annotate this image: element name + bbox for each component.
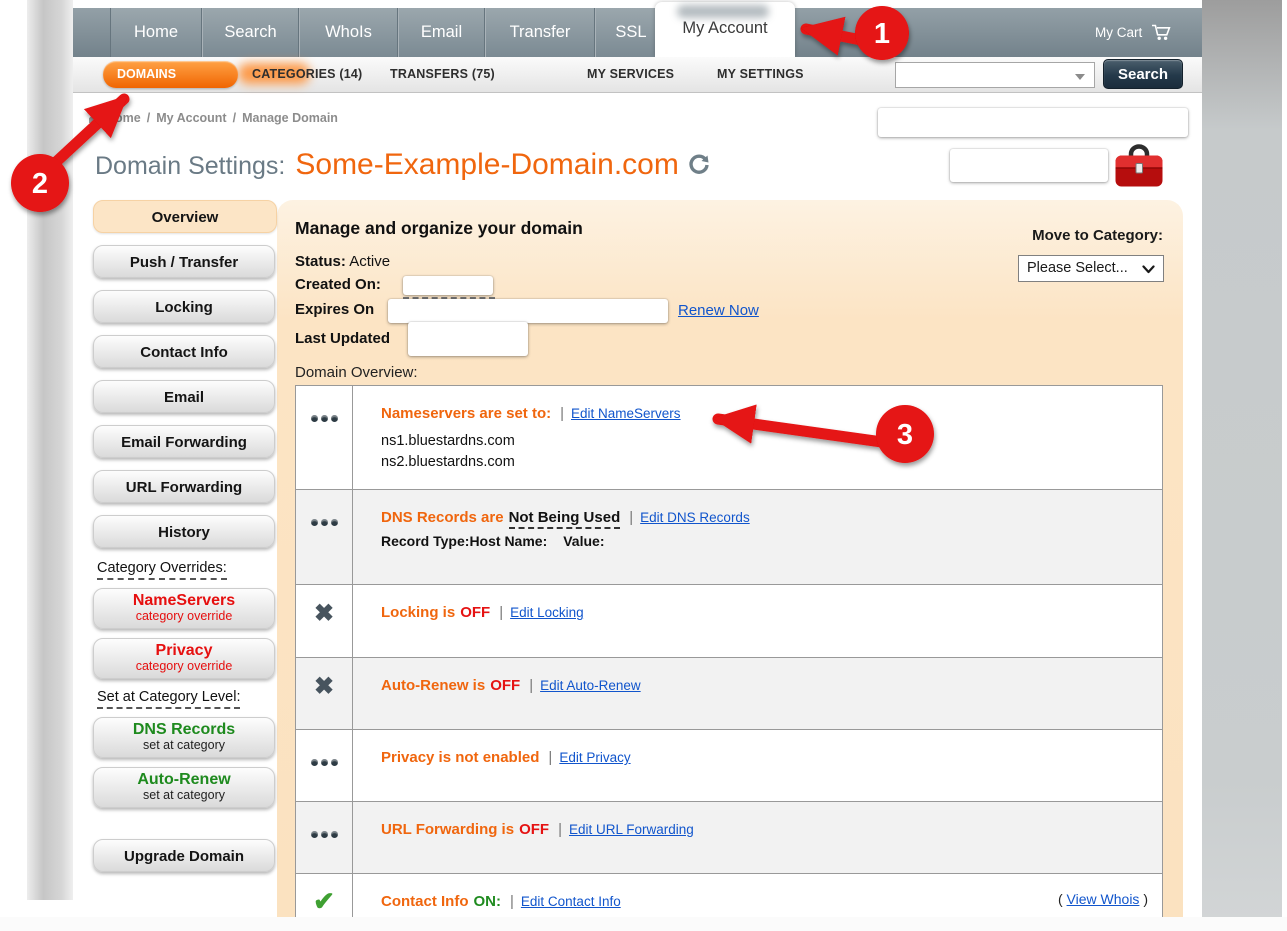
pending-dots-icon bbox=[311, 730, 338, 801]
domain-overview-table: Nameservers are set to:|Edit NameServers… bbox=[295, 385, 1163, 931]
last-updated-line: Last Updated bbox=[295, 330, 390, 347]
edit-auto-renew-link[interactable]: Edit Auto-Renew bbox=[540, 678, 641, 693]
home-icon bbox=[88, 112, 100, 124]
table-row-auto-renew: ✖ Auto-Renew isOFF|Edit Auto-Renew bbox=[296, 658, 1162, 730]
page: Home Search WhoIs Email Transfer SSL My … bbox=[0, 0, 1287, 931]
refresh-icon[interactable] bbox=[688, 154, 710, 176]
dns-record-columns: Record Type:Host Name:Value: bbox=[381, 533, 1162, 549]
set-at-category-heading: Set at Category Level: bbox=[97, 689, 277, 705]
account-sub-navigation: DOMAINS CATEGORIES (14) TRANSFERS (75) M… bbox=[73, 57, 1202, 93]
toolbox-icon[interactable] bbox=[1114, 143, 1164, 194]
domain-search-combobox[interactable] bbox=[895, 62, 1095, 88]
redaction-smudge bbox=[677, 5, 769, 18]
sidebar-item-auto-renew-category[interactable]: Auto-Renew set at category bbox=[93, 767, 275, 808]
breadcrumb-current: Manage Domain bbox=[242, 111, 338, 125]
cart-icon bbox=[1151, 24, 1171, 41]
nav-tab-whois[interactable]: WhoIs bbox=[299, 8, 398, 57]
redaction-box bbox=[878, 108, 1188, 137]
pending-dots-icon bbox=[311, 490, 338, 584]
table-row-nameservers: Nameservers are set to:|Edit NameServers… bbox=[296, 386, 1162, 490]
nav-tab-home[interactable]: Home bbox=[110, 8, 202, 57]
nameserver-value: ns2.bluestardns.com bbox=[381, 452, 1162, 473]
domain-search-input[interactable] bbox=[898, 64, 1072, 86]
sidebar-item-push-transfer[interactable]: Push / Transfer bbox=[93, 245, 275, 278]
breadcrumb: Home / My Account / Manage Domain bbox=[88, 111, 338, 125]
subnav-transfers[interactable]: TRANSFERS (75) bbox=[390, 57, 495, 92]
edit-dns-records-link[interactable]: Edit DNS Records bbox=[640, 510, 750, 525]
breadcrumb-my-account[interactable]: My Account bbox=[156, 111, 226, 125]
breadcrumb-home[interactable]: Home bbox=[106, 111, 141, 125]
table-row-dns-records: DNS Records areNot Being Used|Edit DNS R… bbox=[296, 490, 1162, 585]
redaction-box-expiry-date bbox=[388, 299, 668, 323]
sidebar-item-locking[interactable]: Locking bbox=[93, 290, 275, 323]
domain-name: Some-Example-Domain.com bbox=[295, 148, 678, 182]
sidebar: Overview Push / Transfer Locking Contact… bbox=[93, 200, 277, 884]
x-icon: ✖ bbox=[314, 658, 334, 729]
renew-now-link[interactable]: Renew Now bbox=[678, 302, 759, 319]
nav-tab-transfer[interactable]: Transfer bbox=[485, 8, 595, 57]
my-cart-link[interactable]: My Cart bbox=[1095, 8, 1171, 57]
edit-nameservers-link[interactable]: Edit NameServers bbox=[571, 406, 681, 421]
pending-dots-icon bbox=[311, 386, 338, 489]
nav-tab-my-account-active[interactable]: My Account bbox=[655, 2, 795, 57]
edit-locking-link[interactable]: Edit Locking bbox=[510, 605, 584, 620]
chevron-down-icon bbox=[1142, 265, 1155, 274]
status-line: Status: Active bbox=[295, 253, 390, 270]
combobox-dropdown-icon[interactable] bbox=[1075, 74, 1085, 80]
sidebar-item-email[interactable]: Email bbox=[93, 380, 275, 413]
sidebar-item-privacy-override[interactable]: Privacy category override bbox=[93, 638, 275, 679]
title-prefix: Domain Settings: bbox=[95, 152, 285, 181]
domain-overview-label: Domain Overview: bbox=[295, 364, 418, 381]
move-to-category-label: Move to Category: bbox=[1013, 227, 1163, 244]
created-on-line: Created On: bbox=[295, 276, 381, 293]
redaction-box-created-date bbox=[403, 276, 493, 295]
subnav-my-services[interactable]: MY SERVICES bbox=[587, 57, 674, 92]
category-select[interactable]: Please Select... bbox=[1018, 255, 1164, 282]
sidebar-item-url-forwarding[interactable]: URL Forwarding bbox=[93, 470, 275, 503]
edit-contact-info-link[interactable]: Edit Contact Info bbox=[521, 894, 621, 909]
page-title: Domain Settings: Some-Example-Domain.com bbox=[95, 148, 710, 182]
sidebar-item-email-forwarding[interactable]: Email Forwarding bbox=[93, 425, 275, 458]
view-whois: ( View Whois ) bbox=[1058, 891, 1148, 907]
redaction-box bbox=[950, 149, 1108, 182]
table-row-url-forwarding: URL Forwarding isOFF|Edit URL Forwarding bbox=[296, 802, 1162, 874]
subnav-my-settings[interactable]: MY SETTINGS bbox=[717, 57, 804, 92]
section-heading: Manage and organize your domain bbox=[295, 218, 583, 239]
nav-tab-email[interactable]: Email bbox=[398, 8, 485, 57]
nav-tab-search[interactable]: Search bbox=[202, 8, 299, 57]
edit-privacy-link[interactable]: Edit Privacy bbox=[559, 750, 630, 765]
sidebar-item-contact-info[interactable]: Contact Info bbox=[93, 335, 275, 368]
view-whois-link[interactable]: View Whois bbox=[1067, 891, 1140, 907]
right-background-band bbox=[1202, 0, 1282, 920]
table-row-privacy: Privacy is not enabled|Edit Privacy bbox=[296, 730, 1162, 802]
edit-url-forwarding-link[interactable]: Edit URL Forwarding bbox=[569, 822, 694, 837]
pending-dots-icon bbox=[311, 802, 338, 873]
x-icon: ✖ bbox=[314, 585, 334, 657]
nameserver-value: ns1.bluestardns.com bbox=[381, 431, 1162, 452]
redaction-box-updated-date bbox=[408, 322, 528, 356]
expires-on-line: Expires On bbox=[295, 301, 374, 318]
sidebar-item-history[interactable]: History bbox=[93, 515, 275, 548]
left-background-band bbox=[27, 0, 73, 900]
window-bottom-edge bbox=[0, 917, 1287, 931]
category-overrides-heading: Category Overrides: bbox=[97, 560, 277, 576]
sidebar-item-nameservers-override[interactable]: NameServers category override bbox=[93, 588, 275, 629]
sidebar-item-overview[interactable]: Overview bbox=[93, 200, 277, 233]
sidebar-item-dns-records-category[interactable]: DNS Records set at category bbox=[93, 717, 275, 758]
sidebar-item-upgrade-domain[interactable]: Upgrade Domain bbox=[93, 839, 275, 872]
subnav-categories[interactable]: CATEGORIES (14) bbox=[252, 57, 362, 92]
top-navigation-bar: Home Search WhoIs Email Transfer SSL My … bbox=[73, 8, 1202, 58]
subnav-domains-button[interactable]: DOMAINS bbox=[103, 61, 238, 88]
table-row-locking: ✖ Locking isOFF|Edit Locking bbox=[296, 585, 1162, 658]
search-button[interactable]: Search bbox=[1103, 59, 1183, 89]
